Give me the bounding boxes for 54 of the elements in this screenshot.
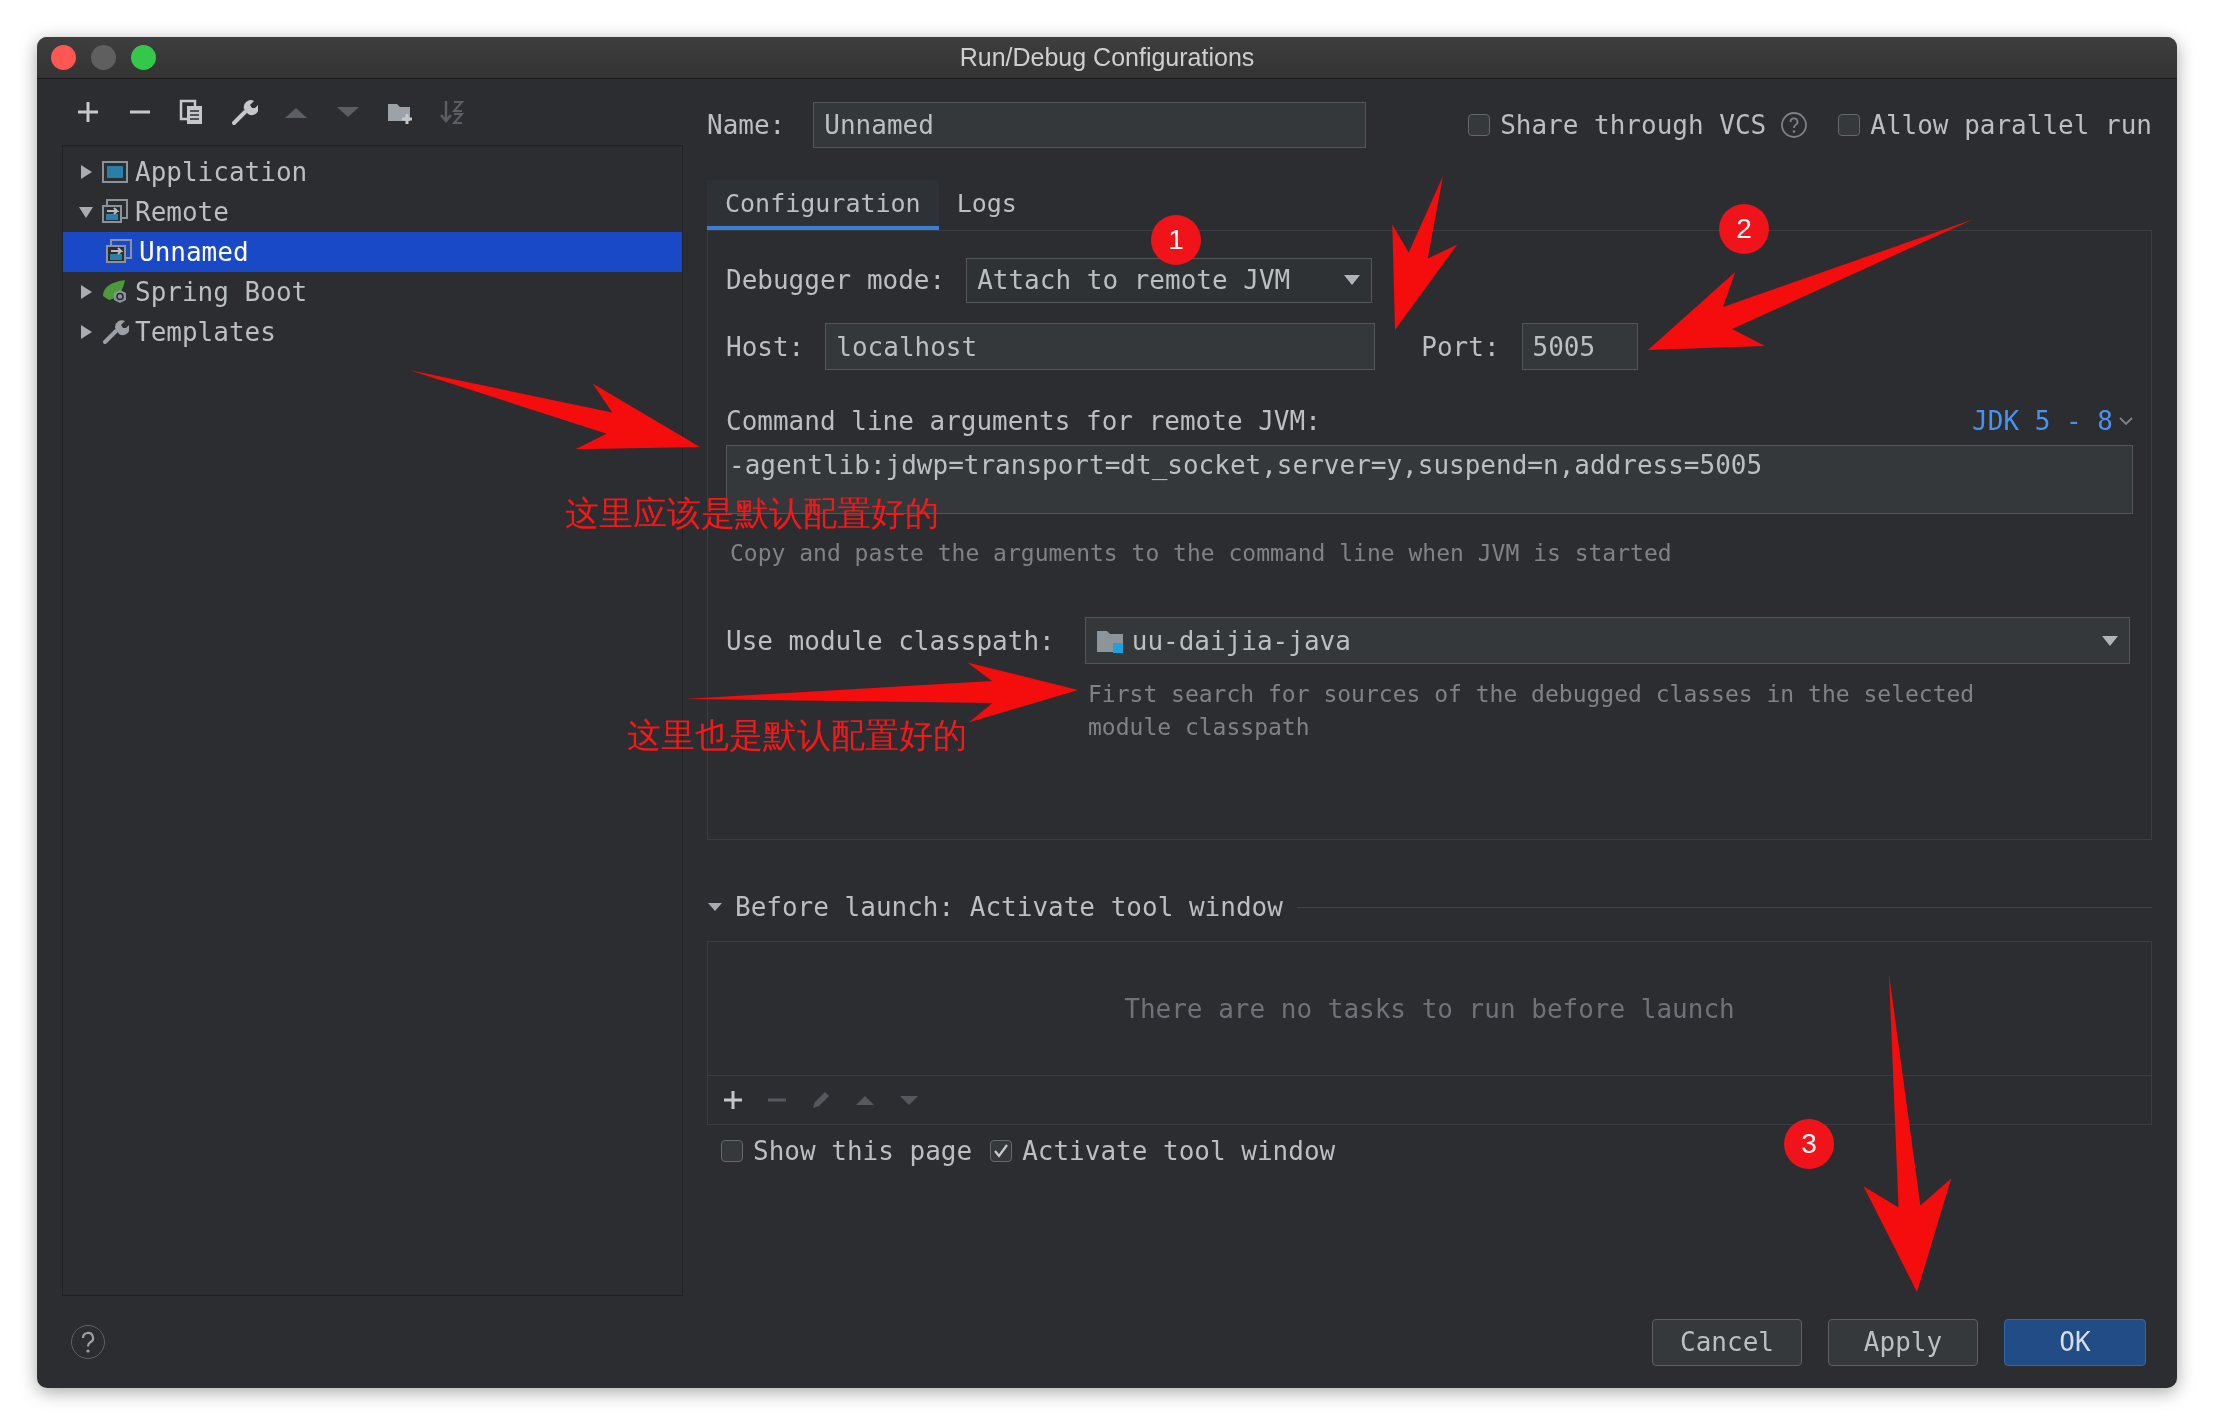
tree-item[interactable]: Templates (63, 312, 682, 352)
expand-arrow-icon[interactable] (78, 164, 94, 180)
host-label: Host: (726, 331, 805, 362)
tree-item[interactable]: Unnamed (63, 232, 682, 272)
leaf-gear-icon (101, 278, 129, 306)
checkbox[interactable] (990, 1140, 1013, 1162)
arguments-hint: Copy and paste the arguments to the command line when JVM is started (730, 540, 1672, 566)
remote-window-icon (105, 238, 133, 266)
remote-window-icon (101, 198, 129, 226)
expand-arrow-icon[interactable] (78, 324, 94, 340)
collapse-arrow-icon[interactable] (78, 204, 94, 220)
tab[interactable]: Logs (938, 180, 1035, 230)
window-icon (101, 158, 129, 186)
checkbox-label[interactable]: Share through VCS (1500, 110, 1767, 140)
expand-arrow-icon[interactable] (78, 284, 94, 300)
tab[interactable]: Configuration (707, 180, 939, 230)
module-dropdown[interactable]: uu-daijia-java (1084, 617, 2130, 664)
tree-item[interactable]: Application (63, 152, 682, 192)
ok-button[interactable]: OK (2004, 1318, 2146, 1366)
before-launch-title: Before launch: Activate tool window (735, 892, 1283, 922)
wrench-icon (101, 318, 129, 346)
empty-tasks-text: There are no tasks to run before launch (1124, 993, 1735, 1024)
dropdown-arrow-icon[interactable] (2100, 634, 2119, 647)
module-classpath-hint: First search for sources of the debugged classes in the selected module classpath (1088, 681, 1975, 740)
chevron-down-icon (2119, 416, 2133, 426)
checkbox[interactable] (1468, 114, 1491, 136)
add-icon[interactable] (722, 1089, 744, 1111)
wrench-icon[interactable] (230, 98, 258, 126)
port-label: Port: (1421, 331, 1500, 362)
module-classpath-label: Use module classpath: (726, 625, 1055, 656)
close-button[interactable] (51, 45, 76, 70)
dialog-button[interactable]: Apply (1828, 1318, 1978, 1366)
checkbox-label[interactable]: Activate tool window (1022, 1136, 1336, 1166)
tree-item[interactable]: Remote (63, 192, 682, 232)
help-icon (1780, 111, 1809, 139)
port-field[interactable]: 5005 (1521, 323, 1638, 370)
checkbox[interactable] (721, 1140, 743, 1162)
command-line-label: Command line arguments for remote JVM: (726, 406, 1321, 436)
host-field[interactable]: localhost (825, 323, 1376, 370)
debugger-mode-dropdown[interactable]: Attach to remote JVM (966, 257, 1373, 303)
zoom-button[interactable] (131, 45, 156, 70)
check-icon (993, 1143, 1010, 1159)
checkbox-label[interactable]: Show this page (753, 1136, 973, 1166)
name-field[interactable]: Unnamed (813, 102, 1367, 148)
tree-item[interactable]: Spring Boot (63, 272, 682, 312)
checkbox-label[interactable]: Allow parallel run (1870, 110, 2152, 140)
checkbox[interactable] (1838, 114, 1861, 136)
name-label: Name: (707, 110, 786, 140)
dialog-button[interactable]: Cancel (1652, 1318, 1802, 1366)
jdk-version-link[interactable]: JDK 5 - 8 (1972, 406, 2133, 436)
window-title: Run/Debug Configurations (959, 43, 1255, 72)
annotation-note: 这里也是默认配置好的 (627, 718, 967, 752)
debugger-mode-label: Debugger mode: (726, 265, 946, 295)
dropdown-arrow-icon[interactable] (1343, 274, 1362, 286)
